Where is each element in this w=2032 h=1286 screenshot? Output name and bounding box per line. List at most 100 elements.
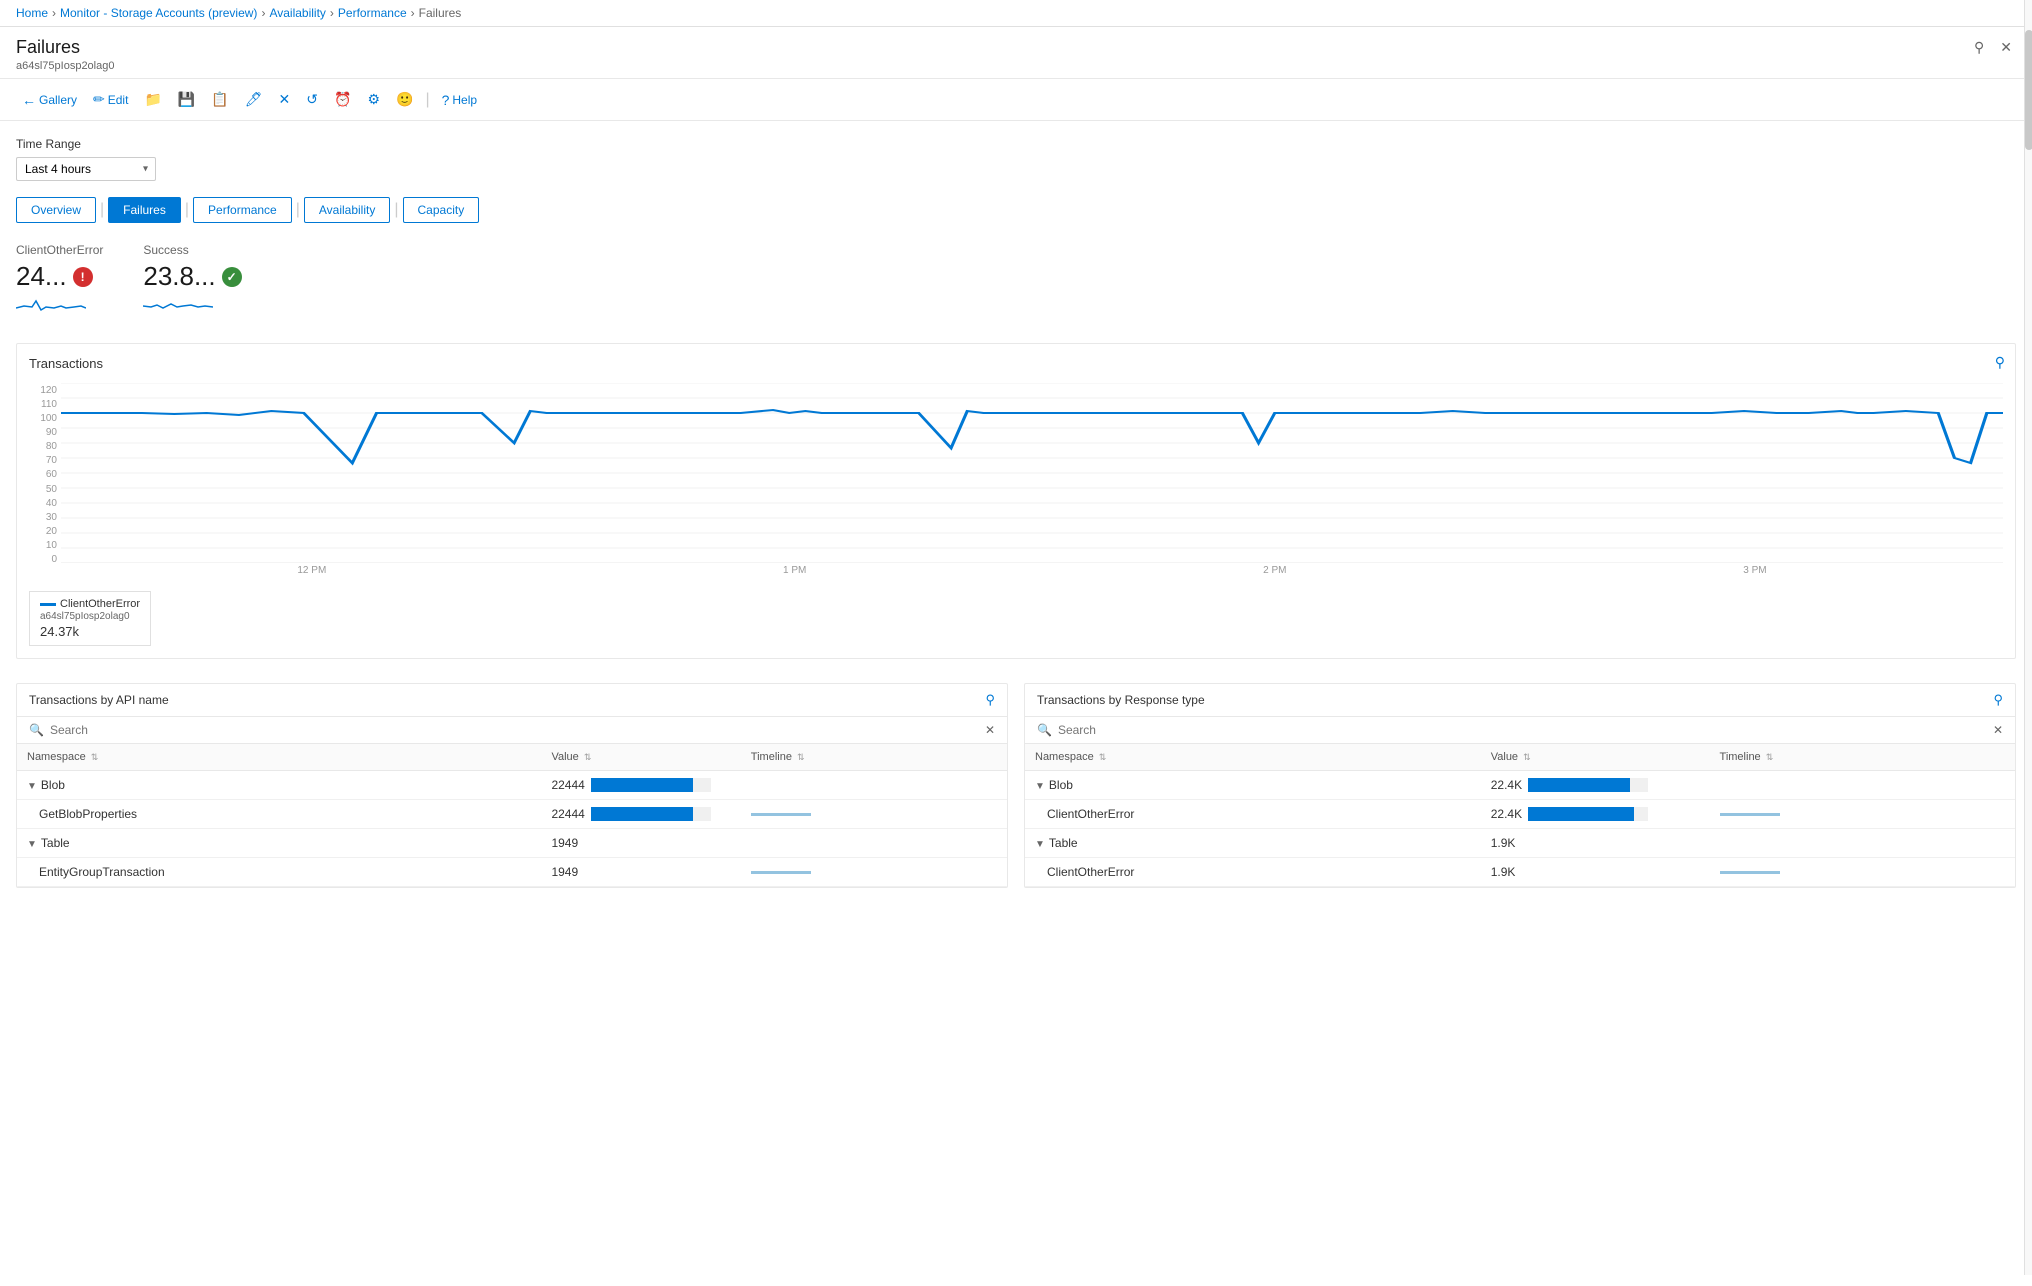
table-row[interactable]: ▼Table 1.9K — [1025, 829, 2015, 858]
breadcrumb: Home › Monitor - Storage Accounts (previ… — [0, 0, 2032, 27]
table-response-columns: Namespace ⇅ Value ⇅ Timeline ⇅ — [1025, 744, 2015, 771]
y-label-20: 20 — [29, 526, 57, 537]
tab-failures[interactable]: Failures — [108, 197, 181, 223]
bar-value: 22444 — [551, 778, 584, 792]
table-response-search-input[interactable] — [1058, 723, 1987, 737]
table-row[interactable]: ClientOtherError 1.9K — [1025, 858, 2015, 887]
table-response-pin[interactable]: ⚲ — [1993, 692, 2003, 708]
help-button[interactable]: ? Help — [436, 88, 483, 112]
page-title: Failures — [16, 37, 114, 58]
error-icon: ! — [73, 267, 93, 287]
gallery-icon: ← — [22, 92, 36, 108]
transactions-chart-title: Transactions — [29, 356, 103, 371]
scrollbar-thumb[interactable] — [2025, 30, 2032, 150]
timeline-line — [751, 813, 811, 816]
table-api-header: Transactions by API name ⚲ — [17, 684, 1007, 717]
gallery-button[interactable]: ← Gallery — [16, 88, 83, 112]
metric-value-1: 23.8... — [143, 261, 215, 292]
bar-fill — [1528, 807, 1634, 821]
pencil-button[interactable]: 🖊 — [239, 87, 269, 112]
edit-button[interactable]: ✏ Edit — [87, 87, 134, 112]
table-cell-timeline — [1710, 771, 2015, 800]
y-label-0: 0 — [29, 554, 57, 565]
table-cell-value: 22444 — [541, 771, 740, 800]
expand-icon: ▼ — [1035, 781, 1045, 792]
timeline-line — [751, 871, 811, 874]
pin-button[interactable]: ⚲ — [1970, 37, 1988, 58]
sort-icon-timeline-r: ⇅ — [1766, 752, 1774, 762]
table-row[interactable]: ▼Table 1949 — [17, 829, 1007, 858]
breadcrumb-monitor[interactable]: Monitor - Storage Accounts (preview) — [60, 6, 257, 20]
time-range-select[interactable]: Last 30 minutes Last 1 hour Last 4 hours… — [16, 157, 156, 181]
metric-value-0: 24... — [16, 261, 67, 292]
main-content: Time Range Last 30 minutes Last 1 hour L… — [0, 121, 2032, 1286]
col-timeline-api[interactable]: Timeline ⇅ — [741, 744, 1007, 771]
question-icon: ? — [442, 92, 450, 108]
table-row[interactable]: EntityGroupTransaction 1949 — [17, 858, 1007, 887]
breadcrumb-availability[interactable]: Availability — [269, 6, 325, 20]
table-row[interactable]: ▼Blob 22444 — [17, 771, 1007, 800]
table-cell-value: 1949 — [541, 829, 740, 858]
tab-performance[interactable]: Performance — [193, 197, 292, 223]
breadcrumb-performance[interactable]: Performance — [338, 6, 407, 20]
bar-bg — [591, 778, 711, 792]
col-namespace-response[interactable]: Namespace ⇅ — [1025, 744, 1481, 771]
time-range-section: Time Range Last 30 minutes Last 1 hour L… — [16, 137, 2016, 181]
col-namespace-api[interactable]: Namespace ⇅ — [17, 744, 541, 771]
window-header: Failures a64sl75pIosp2olag0 ⚲ ✕ — [0, 27, 2032, 79]
discard-button[interactable]: ✕ — [273, 87, 297, 112]
col-value-api[interactable]: Value ⇅ — [541, 744, 740, 771]
table-cell-value: 1949 — [541, 858, 740, 887]
emoji-icon: 🙂 — [396, 91, 413, 108]
toolbar-separator: | — [425, 91, 429, 109]
expand-icon: ▼ — [1035, 839, 1045, 850]
sort-icon-namespace-r: ⇅ — [1099, 752, 1107, 762]
x-label-12pm: 12 PM — [297, 565, 326, 576]
tabs-row: Overview | Failures | Performance | Avai… — [16, 197, 2016, 223]
window-controls: ⚲ ✕ — [1970, 37, 2016, 58]
transactions-chart-section: Transactions ⚲ 120 110 100 90 80 70 60 5… — [16, 343, 2016, 659]
col-timeline-response[interactable]: Timeline ⇅ — [1710, 744, 2015, 771]
legend-label: ClientOtherError — [60, 598, 140, 610]
table-cell-namespace: ClientOtherError — [1025, 800, 1481, 829]
table-cell-timeline — [741, 771, 1007, 800]
bar-value: 22.4K — [1491, 807, 1522, 821]
bar-fill — [1528, 778, 1630, 792]
page-subtitle: a64sl75pIosp2olag0 — [16, 60, 114, 72]
bar-cell: 22.4K — [1491, 778, 1700, 792]
folder-button[interactable]: 📁 — [138, 87, 167, 112]
legend-subtitle: a64sl75pIosp2olag0 — [40, 611, 140, 622]
transactions-chart-pin[interactable]: ⚲ — [1995, 354, 2005, 371]
table-api-title: Transactions by API name — [29, 693, 169, 707]
tab-capacity[interactable]: Capacity — [403, 197, 480, 223]
close-button[interactable]: ✕ — [1996, 37, 2016, 58]
emoji-button[interactable]: 🙂 — [390, 87, 419, 112]
y-label-60: 60 — [29, 469, 57, 480]
table-api-search-icon: 🔍 — [29, 723, 44, 737]
share-icon: ⚙ — [367, 91, 380, 108]
bar-fill — [591, 778, 693, 792]
breadcrumb-home[interactable]: Home — [16, 6, 48, 20]
tab-availability[interactable]: Availability — [304, 197, 390, 223]
refresh-button[interactable]: ↺ — [300, 87, 324, 112]
table-api-search-input[interactable] — [50, 723, 979, 737]
save-button[interactable]: 💾 — [172, 87, 201, 112]
table-api-search-clear[interactable]: ✕ — [985, 723, 995, 737]
y-label-10: 10 — [29, 540, 57, 551]
table-cell-timeline — [1710, 829, 2015, 858]
save-as-button[interactable]: 📋 — [205, 87, 234, 112]
table-row[interactable]: ClientOtherError 22.4K — [1025, 800, 2015, 829]
tab-overview[interactable]: Overview — [16, 197, 96, 223]
table-row[interactable]: ▼Blob 22.4K — [1025, 771, 2015, 800]
table-cell-namespace: EntityGroupTransaction — [17, 858, 541, 887]
clock-button[interactable]: ⏰ — [328, 87, 357, 112]
x-label-3pm: 3 PM — [1743, 565, 1766, 576]
share-button[interactable]: ⚙ — [361, 87, 386, 112]
scrollbar-track — [2024, 0, 2032, 1275]
chart-legend: ClientOtherError a64sl75pIosp2olag0 24.3… — [29, 591, 151, 646]
table-response-search-clear[interactable]: ✕ — [1993, 723, 2003, 737]
col-value-response[interactable]: Value ⇅ — [1481, 744, 1710, 771]
table-response-search-icon: 🔍 — [1037, 723, 1052, 737]
table-api-pin[interactable]: ⚲ — [985, 692, 995, 708]
table-row[interactable]: GetBlobProperties 22444 — [17, 800, 1007, 829]
